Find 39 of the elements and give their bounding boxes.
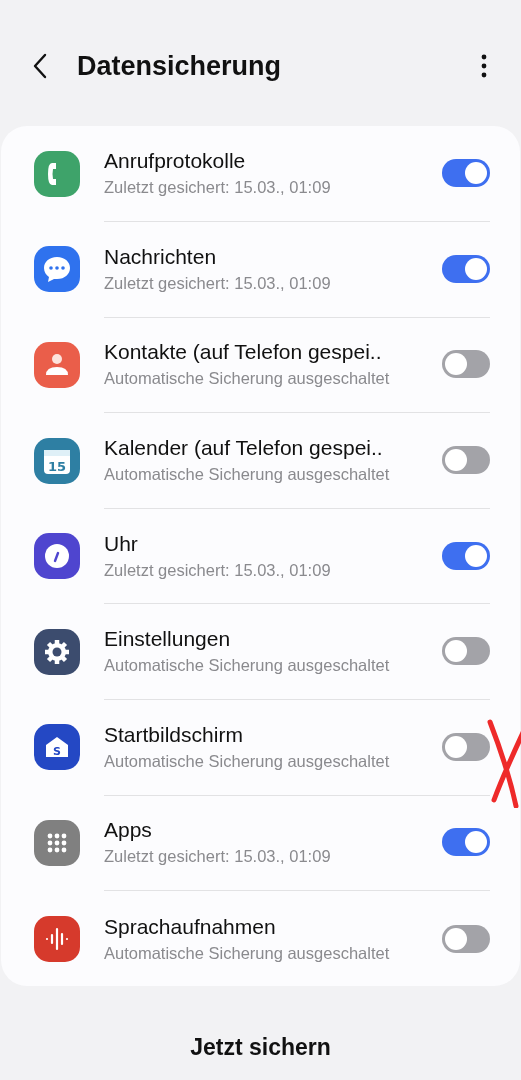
backup-now-button[interactable]: Jetzt sichern	[180, 1030, 341, 1066]
item-status: Zuletzt gesichert: 15.03., 01:09	[104, 273, 332, 293]
toggle-switch[interactable]	[442, 350, 490, 379]
page-title: Datensicherung	[77, 50, 283, 82]
toggle-switch[interactable]	[442, 446, 490, 475]
toggle-switch[interactable]	[442, 828, 490, 857]
item-title[interactable]: Apps	[104, 818, 442, 843]
item-status: Automatische Sicherung ausgeschaltet	[104, 751, 391, 771]
home-icon: S	[34, 724, 80, 771]
item-title[interactable]: Einstellungen	[104, 627, 442, 652]
item-status: Zuletzt gesichert: 15.03., 01:09	[104, 178, 332, 198]
toggle-switch[interactable]	[442, 254, 490, 283]
item-title[interactable]: Kontakte (auf Telefon gespei..	[104, 340, 442, 365]
chat-icon	[34, 246, 80, 293]
item-status: Automatische Sicherung ausgeschaltet	[104, 369, 391, 389]
clock-icon	[34, 533, 80, 580]
toggle-switch[interactable]	[442, 541, 490, 570]
item-status: Zuletzt gesichert: 15.03., 01:09	[104, 560, 332, 580]
calendar-icon: 15	[34, 437, 80, 484]
item-title[interactable]: Uhr	[104, 531, 442, 556]
item-status: Automatische Sicherung ausgeschaltet	[104, 943, 391, 963]
item-status: Zuletzt gesichert: 15.03., 01:09	[104, 847, 332, 867]
phone-icon	[34, 150, 80, 197]
grid-icon	[34, 819, 80, 866]
more-options-button[interactable]	[479, 52, 489, 80]
toggle-switch[interactable]	[442, 159, 490, 188]
item-title[interactable]: Startbildschirm	[104, 722, 442, 747]
toggle-switch[interactable]	[442, 924, 490, 953]
settings-icon	[34, 628, 80, 675]
item-title[interactable]: Sprachaufnahmen	[104, 914, 442, 939]
item-status: Automatische Sicherung ausgeschaltet	[104, 656, 391, 676]
item-status: Automatische Sicherung ausgeschaltet	[104, 465, 391, 485]
item-title[interactable]: Kalender (auf Telefon gespei..	[104, 436, 442, 461]
toggle-switch[interactable]	[442, 637, 490, 666]
toggle-switch[interactable]	[442, 732, 490, 761]
waveform-icon	[34, 915, 80, 962]
item-title[interactable]: Nachrichten	[104, 244, 442, 269]
person-icon	[34, 342, 80, 388]
item-title[interactable]: Anrufprotokolle	[104, 149, 442, 174]
